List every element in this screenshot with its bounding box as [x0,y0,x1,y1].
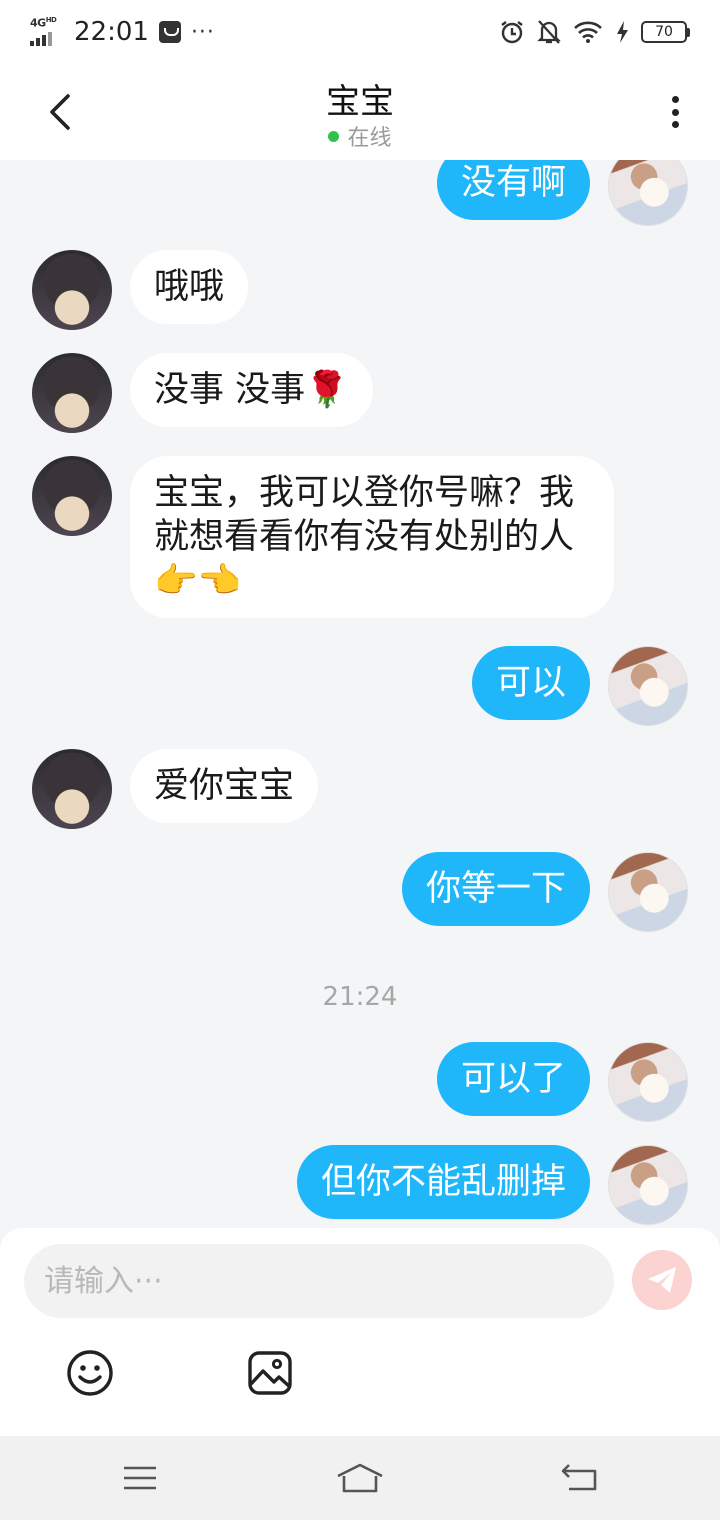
sent-message-bubble[interactable]: 但你不能乱删掉 [296,1145,590,1219]
image-icon [248,1351,292,1395]
menu-icon [124,1466,156,1490]
message-row: 没有啊 [436,160,688,226]
wifi-icon [574,21,602,43]
message-row: 没事 没事🌹 [32,353,373,433]
message-row: 哦哦 [32,250,249,330]
battery-icon: 70 [641,21,690,43]
sent-message-bubble[interactable]: 可以 [471,646,590,720]
my-avatar[interactable] [608,1145,688,1225]
message-input[interactable] [24,1244,614,1318]
message-row: 可以 [471,646,688,726]
online-status: 在线 [0,120,720,152]
message-row: 但你不能乱删掉 [296,1145,688,1225]
my-avatar[interactable] [608,160,688,226]
online-dot [328,130,340,142]
more-vertical-icon [671,96,679,103]
contact-avatar[interactable] [32,250,112,330]
more-options-button[interactable] [660,92,690,132]
more-notifications-icon: ··· [190,19,215,45]
notification-app-icon [158,21,181,43]
recent-apps-button[interactable] [115,1456,165,1500]
send-icon [648,1267,676,1293]
message-timestamp: 21:24 [322,982,398,1012]
online-status-label: 在线 [347,126,392,151]
message-composer [0,1228,720,1436]
message-row: 爱你宝宝 [32,749,319,829]
sent-message-bubble[interactable]: 可以了 [436,1042,590,1116]
message-list[interactable]: 没有啊 哦哦 没事 没事🌹 宝宝，我可以登你号嘛？我就想看看你有没有处别的人👉👈… [0,160,720,1228]
status-bar: 4GHD 22:01 ··· 70 [0,0,720,64]
sent-message-bubble[interactable]: 没有啊 [436,160,590,220]
image-button[interactable] [245,1348,295,1398]
contact-avatar[interactable] [32,353,112,433]
home-icon [337,1463,383,1493]
charging-icon [617,21,628,43]
send-button[interactable] [632,1250,692,1310]
received-message-bubble[interactable]: 没事 没事🌹 [130,353,373,427]
status-time: 22:01 [74,17,149,47]
received-message-bubble[interactable]: 哦哦 [130,250,249,324]
my-avatar[interactable] [608,646,688,726]
emoji-button[interactable] [65,1348,115,1398]
received-message-bubble[interactable]: 宝宝，我可以登你号嘛？我就想看看你有没有处别的人👉👈 [130,456,614,618]
contact-avatar[interactable] [32,749,112,829]
system-nav-bar [0,1436,720,1520]
sent-message-bubble[interactable]: 你等一下 [401,852,590,926]
message-row: 可以了 [436,1042,688,1122]
message-row: 宝宝，我可以登你号嘛？我就想看看你有没有处别的人👉👈 [32,456,614,618]
back-arrow-icon [561,1464,597,1491]
alarm-icon [501,21,523,44]
my-avatar[interactable] [608,852,688,932]
mute-bell-icon [537,20,561,44]
my-avatar[interactable] [608,1042,688,1122]
message-row: 你等一下 [401,852,688,932]
received-message-bubble[interactable]: 爱你宝宝 [130,749,319,823]
home-button[interactable] [335,1456,385,1500]
emoji-icon [67,1350,113,1396]
contact-avatar[interactable] [32,456,112,536]
back-nav-button[interactable] [555,1456,605,1500]
battery-level: 70 [641,21,687,43]
cellular-signal-icon: 4GHD [30,16,64,46]
contact-name: 宝宝 [326,82,394,122]
chat-header: 宝宝 在线 [0,64,720,160]
